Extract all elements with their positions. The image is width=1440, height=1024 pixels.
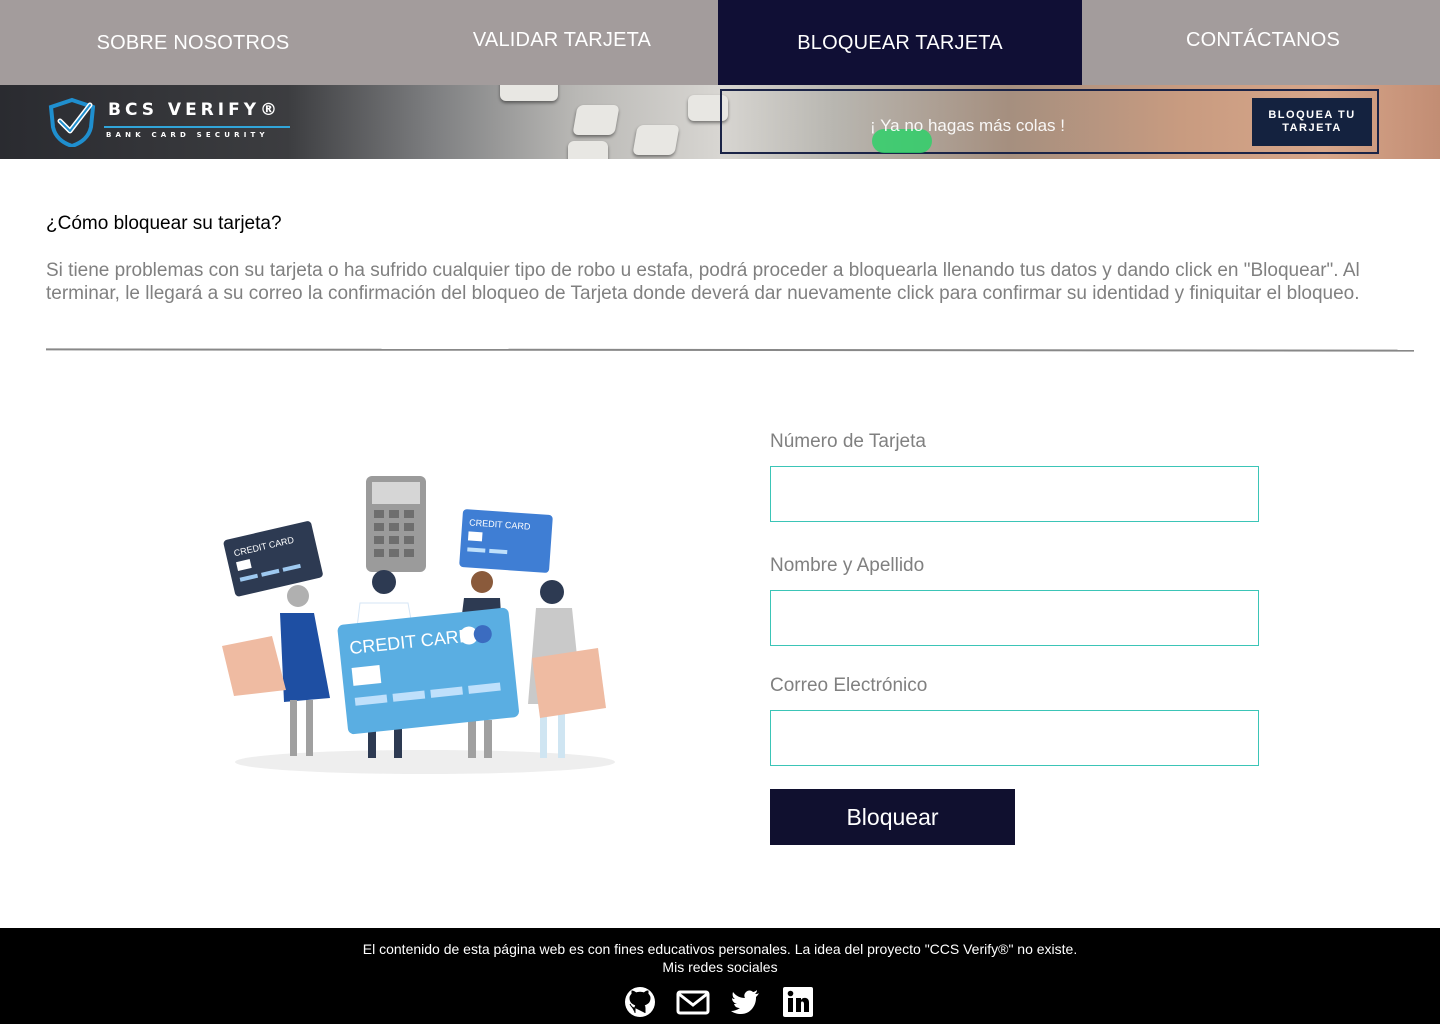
logo-divider [104, 126, 290, 128]
shield-check-icon [48, 97, 96, 147]
hero-banner: BCS VERIFY® BANK CARD SECURITY ¡ Ya no h… [0, 85, 1440, 159]
block-card-cta-button[interactable]: BLOQUEA TU TARJETA [1252, 98, 1372, 146]
footer: El contenido de esta página web es con f… [0, 928, 1440, 1024]
social-icons [624, 986, 824, 1018]
logo-title: BCS VERIFY® [108, 100, 282, 120]
keypad-photo [440, 85, 760, 159]
github-icon[interactable] [624, 986, 656, 1018]
card-number-label: Número de Tarjeta [770, 431, 926, 452]
section-divider [45, 348, 1415, 352]
linkedin-icon[interactable] [782, 986, 814, 1018]
nav-item-sobre-nosotros[interactable]: SOBRE NOSOTROS [0, 0, 386, 85]
brand-logo[interactable]: BCS VERIFY® BANK CARD SECURITY [46, 97, 296, 147]
banner-slogan: ¡ Ya no hagas más colas ! [870, 116, 1065, 135]
full-name-input[interactable] [770, 590, 1259, 646]
block-button[interactable]: Bloquear [770, 789, 1015, 845]
page-description: Si tiene problemas con su tarjeta o ha s… [46, 260, 1360, 304]
banner-promo-box: ¡ Ya no hagas más colas ! BLOQUEA TU TAR… [720, 89, 1379, 154]
twitter-icon[interactable] [729, 986, 761, 1018]
nav-item-contactanos[interactable]: CONTÁCTANOS [1086, 0, 1440, 85]
card-number-input[interactable] [770, 466, 1259, 522]
footer-disclaimer: El contenido de esta página web es con f… [362, 941, 1078, 957]
email-input[interactable] [770, 710, 1259, 766]
full-name-label: Nombre y Apellido [770, 555, 925, 576]
mail-icon[interactable] [676, 986, 710, 1018]
top-nav: SOBRE NOSOTROS VALIDAR TARJETA BLOQUEAR … [0, 0, 1440, 85]
credit-card-people-illustration: CREDIT CARD CREDIT CARD CREDIT CARD [222, 476, 615, 774]
page-title: ¿Cómo bloquear su tarjeta? [46, 213, 282, 234]
nav-item-validar-tarjeta[interactable]: VALIDAR TARJETA [386, 0, 738, 85]
email-label: Correo Electrónico [770, 675, 928, 696]
footer-social-title: Mis redes sociales [662, 959, 778, 975]
nav-item-bloquear-tarjeta[interactable]: BLOQUEAR TARJETA [718, 0, 1082, 85]
cta-label: BLOQUEA TU TARJETA [1268, 109, 1356, 134]
logo-subtitle: BANK CARD SECURITY [106, 131, 269, 139]
